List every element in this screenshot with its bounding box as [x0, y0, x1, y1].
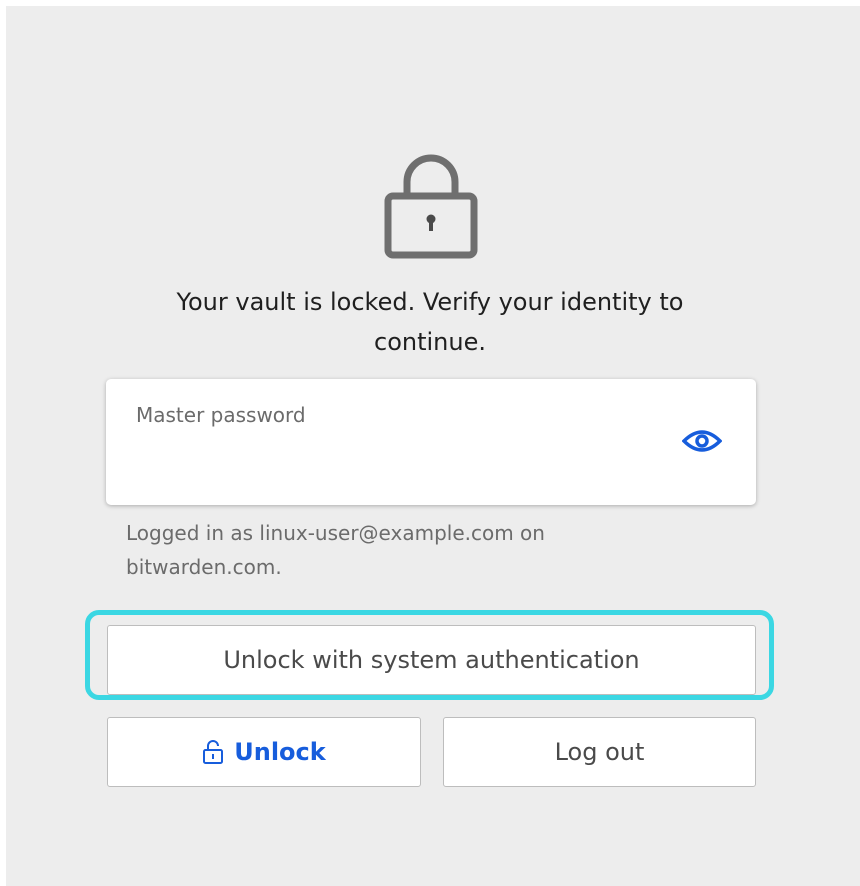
- unlock-button[interactable]: Unlock: [107, 717, 421, 787]
- unlocked-padlock-icon: [202, 739, 224, 765]
- unlock-label: Unlock: [234, 738, 326, 766]
- unlock-with-system-auth-label: Unlock with system authentication: [223, 646, 640, 674]
- master-password-field[interactable]: Master password: [106, 379, 756, 505]
- log-out-button[interactable]: Log out: [443, 717, 756, 787]
- master-password-input[interactable]: [136, 441, 656, 475]
- unlock-with-system-auth-button[interactable]: Unlock with system authentication: [107, 625, 756, 695]
- master-password-label: Master password: [136, 403, 306, 427]
- toggle-password-visibility-button[interactable]: [678, 423, 726, 459]
- lock-icon: [384, 154, 478, 259]
- locked-message: Your vault is locked. Verify your identi…: [176, 288, 684, 356]
- log-out-label: Log out: [554, 738, 645, 766]
- logged-in-info: Logged in as linux-user@example.com on b…: [126, 521, 545, 579]
- eye-icon: [682, 430, 722, 452]
